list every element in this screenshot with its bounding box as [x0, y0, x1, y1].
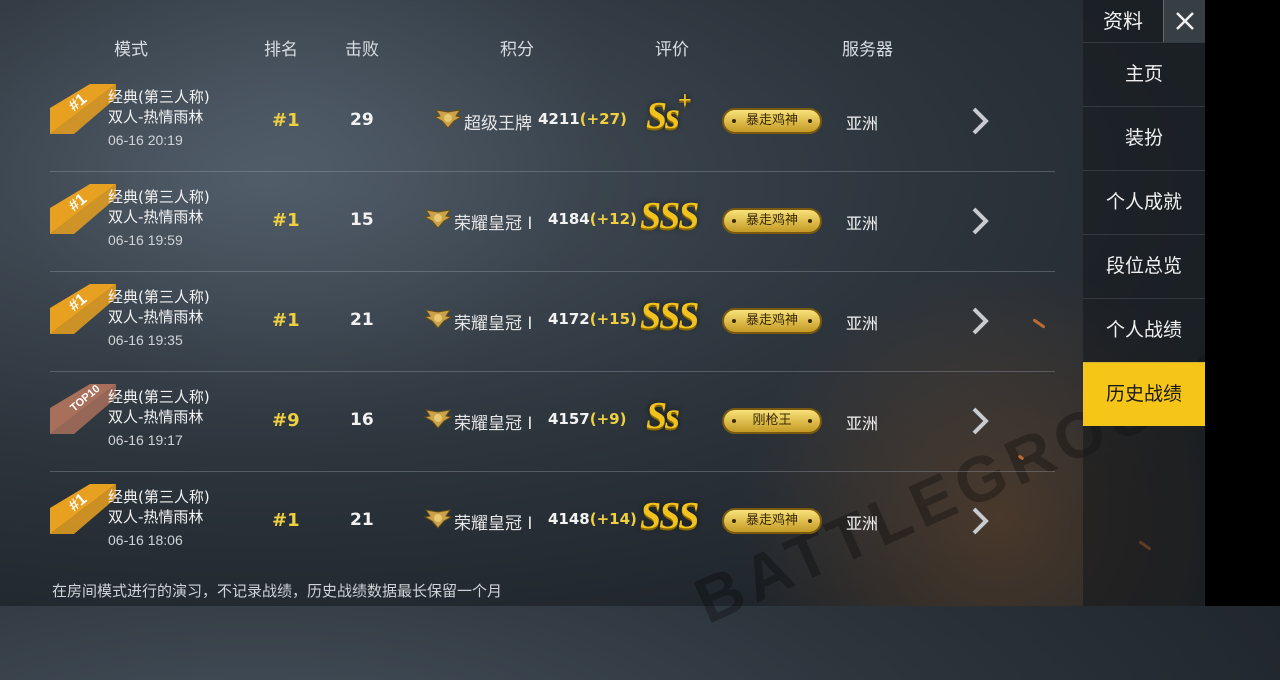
grade-rating: Ss: [646, 395, 680, 437]
grade-rating: SSS: [640, 295, 699, 337]
honor-title-label: 暴走鸡神: [745, 113, 798, 128]
score-delta: (+15): [589, 310, 637, 328]
match-date: 06-16 20:19: [108, 132, 183, 148]
header-score: 积分: [500, 40, 534, 60]
map-name: 双人-热情雨林: [108, 508, 204, 526]
mode-name: 经典(第三人称): [108, 488, 210, 506]
mode-name: 经典(第三人称): [108, 188, 210, 206]
match-row[interactable]: TOP10 经典(第三人称) 双人-热情雨林 06-16 19:17 #9 16…: [50, 372, 1055, 472]
sidebar-item[interactable]: 段位总览: [1083, 234, 1205, 298]
sidebar-item[interactable]: 装扮: [1083, 106, 1205, 170]
score-value: 4211(+27): [538, 110, 627, 128]
kills-value: 29: [350, 110, 374, 130]
honor-title-badge: 暴走鸡神: [722, 508, 822, 534]
header-server: 服务器: [842, 40, 893, 60]
rank-value: #1: [272, 310, 300, 331]
tier-name: 荣耀皇冠 I: [454, 214, 533, 234]
chevron-right-icon[interactable]: [968, 506, 990, 536]
chevron-right-icon[interactable]: [968, 206, 990, 236]
header-kills: 击败: [345, 40, 379, 60]
tier-wings-icon: [424, 509, 452, 529]
rank-value: #1: [272, 210, 300, 231]
chevron-right-icon[interactable]: [968, 406, 990, 436]
map-name: 双人-热情雨林: [108, 308, 204, 326]
sidebar-title: 资料: [1103, 9, 1143, 33]
match-date: 06-16 18:06: [108, 532, 183, 548]
header-rank: 排名: [264, 40, 298, 60]
score-value: 4172(+15): [548, 310, 637, 328]
mode-name: 经典(第三人称): [108, 288, 210, 306]
map-name: 双人-热情雨林: [108, 208, 204, 226]
header-mode: 模式: [114, 40, 148, 60]
honor-title-label: 暴走鸡神: [745, 513, 798, 528]
honor-title-badge: 暴走鸡神: [722, 208, 822, 234]
chevron-right-icon[interactable]: [968, 106, 990, 136]
sidebar-item[interactable]: 历史战绩: [1083, 362, 1205, 426]
sidebar: 资料 主页 装扮 个人成就 段位总览 个人战绩 历史战绩: [1083, 0, 1206, 606]
score-value: 4157(+9): [548, 410, 627, 428]
tier-name: 超级王牌: [464, 114, 532, 134]
tier-wings-icon: [424, 409, 452, 429]
tier-name: 荣耀皇冠 I: [454, 314, 533, 334]
grade-rating: SSS: [640, 495, 699, 537]
rank-value: #1: [272, 110, 300, 131]
footer-note: 在房间模式进行的演习，不记录战绩，历史战绩数据最长保留一个月: [52, 582, 503, 600]
server-name: 亚洲: [846, 214, 879, 233]
score-delta: (+12): [589, 210, 637, 228]
screen-edge: [1205, 0, 1280, 606]
honor-title-label: 刚枪王: [752, 413, 792, 428]
match-row[interactable]: #1 经典(第三人称) 双人-热情雨林 06-16 20:19 #1 29 超级…: [50, 72, 1055, 172]
table-header: 模式 排名 击败 积分 评价 服务器: [0, 35, 1070, 60]
kills-value: 16: [350, 410, 374, 430]
match-date: 06-16 19:17: [108, 432, 183, 448]
score-delta: (+27): [579, 110, 627, 128]
tier-wings-icon: [424, 309, 452, 329]
kills-value: 21: [350, 310, 374, 330]
tier-name: 荣耀皇冠 I: [454, 514, 533, 534]
score-delta: (+9): [589, 410, 627, 428]
mode-name: 经典(第三人称): [108, 388, 210, 406]
match-row[interactable]: #1 经典(第三人称) 双人-热情雨林 06-16 19:59 #1 15 荣耀…: [50, 172, 1055, 272]
close-icon: [1176, 12, 1194, 30]
sidebar-item[interactable]: 个人战绩: [1083, 298, 1205, 362]
mode-name: 经典(第三人称): [108, 88, 210, 106]
server-name: 亚洲: [846, 314, 879, 333]
score-delta: (+14): [589, 510, 637, 528]
chevron-right-icon[interactable]: [968, 306, 990, 336]
match-row[interactable]: #1 经典(第三人称) 双人-热情雨林 06-16 18:06 #1 21 荣耀…: [50, 472, 1055, 572]
honor-title-label: 暴走鸡神: [745, 213, 798, 228]
close-button[interactable]: [1163, 0, 1206, 42]
match-row[interactable]: #1 经典(第三人称) 双人-热情雨林 06-16 19:35 #1 21 荣耀…: [50, 272, 1055, 372]
rank-value: #1: [272, 510, 300, 531]
header-rating: 评价: [655, 40, 689, 60]
kills-value: 15: [350, 210, 374, 230]
tier-wings-icon: [434, 109, 462, 129]
honor-title-label: 暴走鸡神: [745, 313, 798, 328]
server-name: 亚洲: [846, 514, 879, 533]
server-name: 亚洲: [846, 414, 879, 433]
server-name: 亚洲: [846, 114, 879, 133]
grade-rating: SSS: [640, 195, 699, 237]
honor-title-badge: 暴走鸡神: [722, 308, 822, 334]
honor-title-badge: 暴走鸡神: [722, 108, 822, 134]
map-name: 双人-热情雨林: [108, 408, 204, 426]
score-value: 4184(+12): [548, 210, 637, 228]
grade-rating: Ss+: [646, 88, 692, 137]
kills-value: 21: [350, 510, 374, 530]
map-name: 双人-热情雨林: [108, 108, 204, 126]
rank-value: #9: [272, 410, 300, 431]
tier-wings-icon: [424, 209, 452, 229]
sidebar-item[interactable]: 主页: [1083, 42, 1205, 106]
grade-plus: +: [677, 88, 692, 115]
honor-title-badge: 刚枪王: [722, 408, 822, 434]
score-value: 4148(+14): [548, 510, 637, 528]
match-date: 06-16 19:59: [108, 232, 183, 248]
tier-name: 荣耀皇冠 I: [454, 414, 533, 434]
sidebar-item[interactable]: 个人成就: [1083, 170, 1205, 234]
match-date: 06-16 19:35: [108, 332, 183, 348]
